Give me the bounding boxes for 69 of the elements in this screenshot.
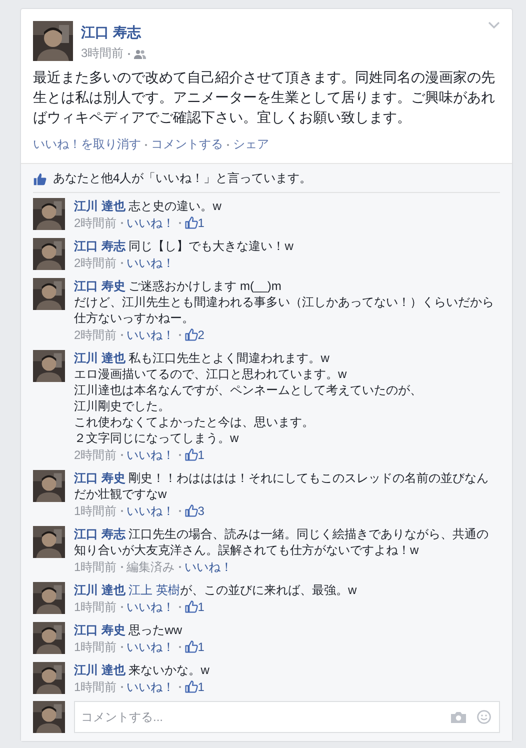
author-link[interactable]: 江川 達也 xyxy=(74,199,126,213)
post-action-link[interactable]: いいね！を取り消す xyxy=(33,136,141,153)
comment-text: 江口 寿志 江口先生の場合、読みは一緒。同じく絵描きでありながら、共通の知り合いが大友克洋さん。誤解されても仕方がないですよね！w xyxy=(74,526,490,558)
post-action-link[interactable]: コメントする xyxy=(151,136,223,153)
thumbs-up-icon xyxy=(184,328,198,341)
comment-text: だけど、江川先生とも間違われる事多い（江しかあってない！）くらいだから仕方ないっすかねー。 xyxy=(74,294,495,326)
thumbs-up-icon xyxy=(33,172,47,186)
like-link[interactable]: いいね！ xyxy=(126,327,175,343)
comment-text: 江川 達也 志と史の違い。w xyxy=(74,198,222,214)
mention-link[interactable]: 江上 英樹 xyxy=(128,583,180,597)
thumbs-up-icon xyxy=(184,504,198,517)
comment-text: 江口 寿史 ご迷惑おかけします m(__)m xyxy=(74,278,282,294)
smiley-icon[interactable] xyxy=(477,710,491,724)
chevron-down-icon[interactable] xyxy=(488,21,500,29)
author-link[interactable]: 江川 達也 xyxy=(74,663,126,677)
thumbs-up-icon xyxy=(184,600,198,613)
author-link[interactable]: 江口 寿史 xyxy=(74,279,126,293)
comment-time: 1時間前 xyxy=(74,559,117,575)
post-action-link[interactable]: シェア xyxy=(233,136,269,153)
comment-text: 江川 達也 来ないかな。w xyxy=(74,662,210,678)
comment-text: 江口 寿志 同じ【し】でも大きな違い！w xyxy=(74,238,294,254)
thumbs-up-icon xyxy=(184,216,198,229)
comment-text: 江口 寿史 剛史！！わはははは！それにしてもこのスレッドの名前の並びなんだか壮観ですなw xyxy=(74,470,490,502)
camera-icon[interactable] xyxy=(451,711,466,723)
comment-time: 2時間前 xyxy=(74,447,117,463)
author-link[interactable]: 江川 達也 xyxy=(74,351,126,365)
comment-text: 江川達也は本名なんですが、ペンネームとして考えていたのが、 xyxy=(74,382,423,398)
like-link[interactable]: いいね！ xyxy=(126,679,175,695)
comment-time: 2時間前 xyxy=(74,215,117,231)
like-count-link[interactable]: 1 xyxy=(184,599,204,615)
like-count-link[interactable]: 1 xyxy=(184,215,204,231)
comment-text: エロ漫画描いてるので、江口と思われています。w xyxy=(74,366,348,382)
likes-summary: あなたと他4人が「いいね！」と言っています。 xyxy=(53,170,312,187)
like-link[interactable]: いいね！ xyxy=(126,639,175,655)
like-count-link[interactable]: 1 xyxy=(184,447,204,463)
like-link[interactable]: いいね！ xyxy=(126,503,175,519)
friends-icon xyxy=(134,48,146,58)
author-link[interactable]: 江口 寿志 xyxy=(74,527,126,541)
like-count-link[interactable]: 1 xyxy=(184,679,204,695)
like-count-link[interactable]: 1 xyxy=(184,639,204,655)
post-text: 最近また多いので改めて自己紹介させて頂きます。同姓同名の漫画家の先生とは私は別人です。アニメーターを生業として居ります。ご興味があればウィキペディアでご確認下さい。宜しくお願い致します。 xyxy=(33,68,496,127)
like-link[interactable]: いいね！ xyxy=(126,255,175,271)
like-link[interactable]: いいね！ xyxy=(126,447,175,463)
thumbs-up-icon xyxy=(184,680,198,693)
comment-text: 江口 寿史 思ったww xyxy=(74,622,184,638)
author-link[interactable]: 江口 寿志 xyxy=(81,23,141,41)
like-link[interactable]: いいね！ xyxy=(126,599,175,615)
comment-text: 江川 達也 江上 英樹が、この並びに来れば、最強。w xyxy=(74,582,358,598)
comment-time: 1時間前 xyxy=(74,679,117,695)
thumbs-up-icon xyxy=(184,640,198,653)
author-link[interactable]: 江口 寿史 xyxy=(74,471,126,485)
author-link[interactable]: 江口 寿史 xyxy=(74,623,126,637)
like-count-link[interactable]: 3 xyxy=(184,503,204,519)
comment-text: ２文字同じになってしまう。w xyxy=(74,430,240,446)
comment-time: 1時間前 xyxy=(74,599,117,615)
author-link[interactable]: 江川 達也 xyxy=(74,583,126,597)
like-link[interactable]: いいね！ xyxy=(184,559,233,575)
comment-text: 江川 達也 私も江口先生とよく間違われます。w xyxy=(74,350,330,366)
author-link[interactable]: 江口 寿志 xyxy=(74,239,126,253)
comment-time: 2時間前 xyxy=(74,327,117,343)
comment-text: 江川剛史でした。 xyxy=(74,398,171,414)
comment-time: 1時間前 xyxy=(74,639,117,655)
like-count-link[interactable]: 2 xyxy=(184,327,204,343)
comment-time: 1時間前 xyxy=(74,503,117,519)
thumbs-up-icon xyxy=(184,448,198,461)
comment-input[interactable]: コメントする... xyxy=(74,701,500,733)
like-link[interactable]: いいね！ xyxy=(126,215,175,231)
comment-text: これ使わなくてよかったと今は、思います。 xyxy=(74,414,315,430)
comment-time: 2時間前 xyxy=(74,255,117,271)
